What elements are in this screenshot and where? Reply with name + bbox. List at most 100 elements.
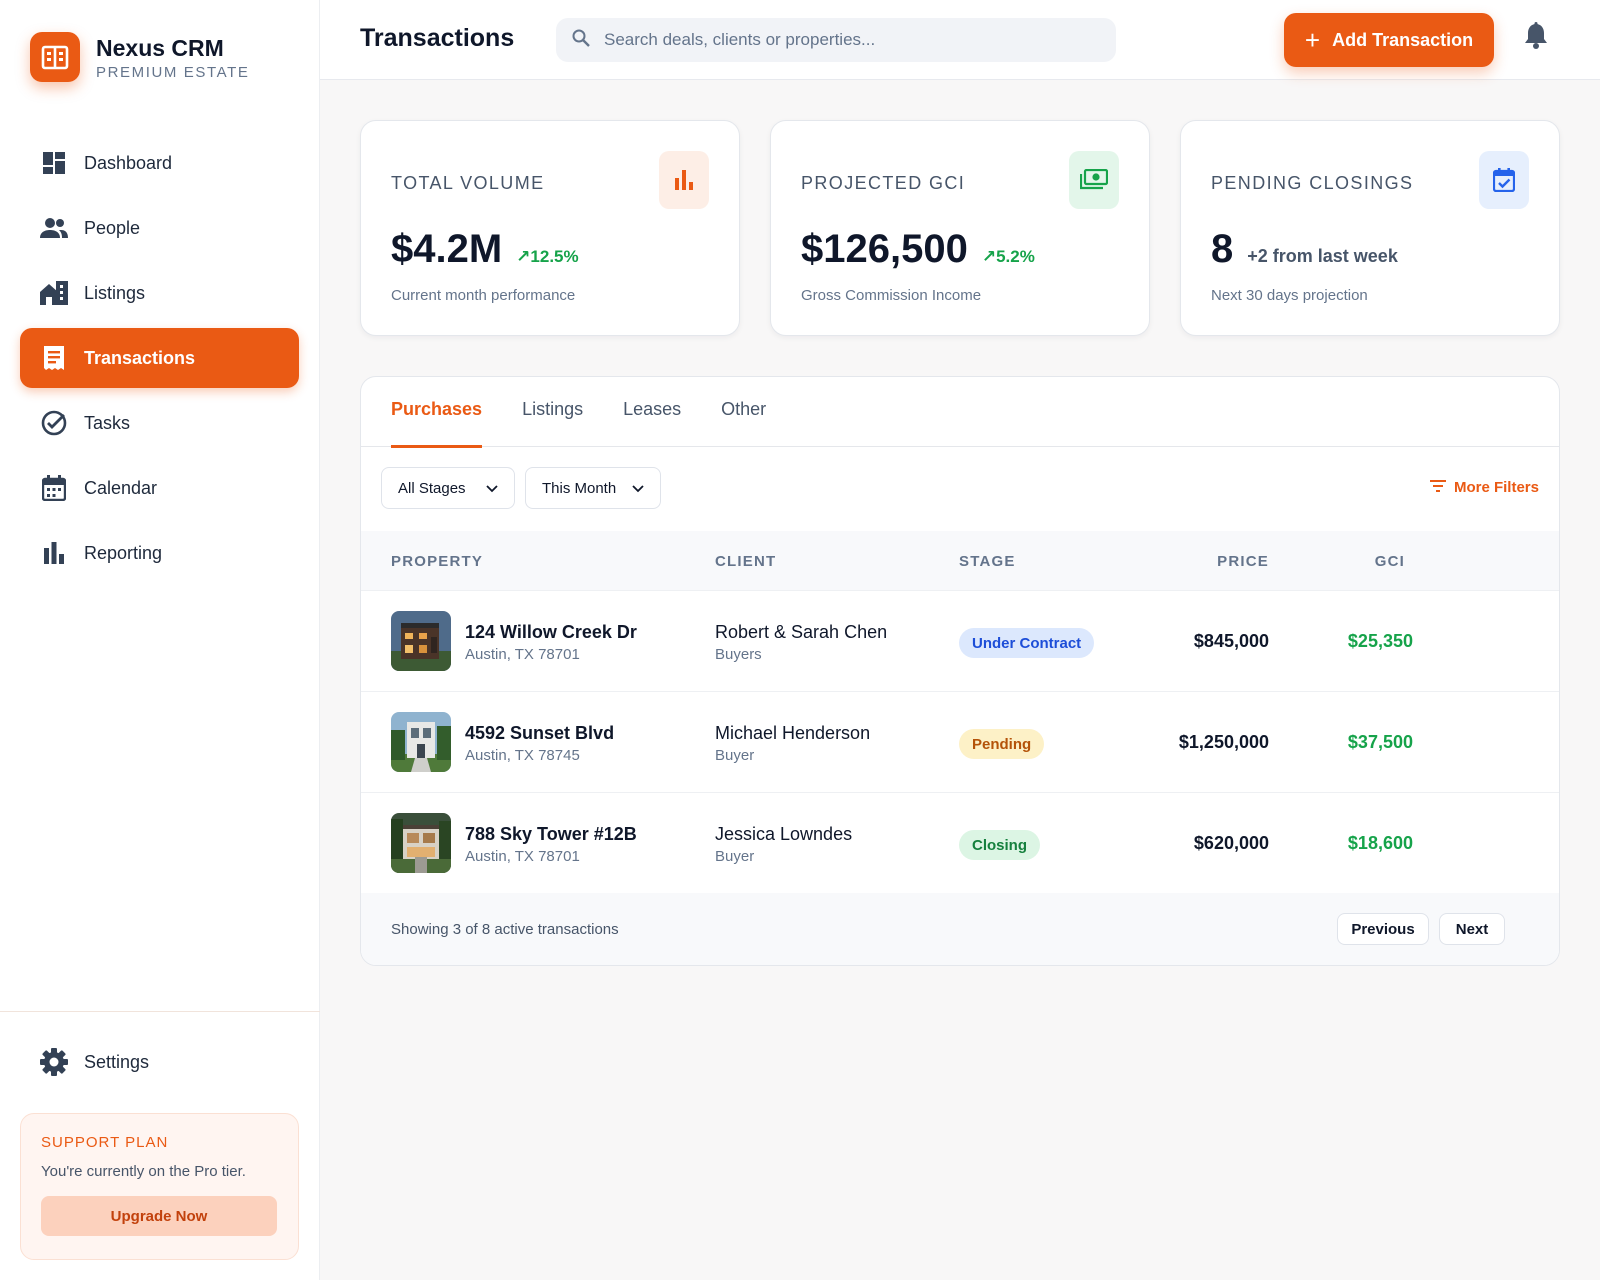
stat-delta: ↗5.2% <box>982 247 1035 267</box>
sidebar-item-tasks[interactable]: Tasks <box>20 393 299 453</box>
stage-filter-dropdown[interactable]: All Stages <box>381 467 515 509</box>
support-plan-title: SUPPORT PLAN <box>41 1134 169 1151</box>
stage-filter-value: All Stages <box>398 479 466 497</box>
tab-other[interactable]: Other <box>721 377 766 447</box>
stat-delta: +2 from last week <box>1247 246 1398 266</box>
property-name[interactable]: 788 Sky Tower #12B <box>465 824 637 845</box>
property-name[interactable]: 4592 Sunset Blvd <box>465 723 614 744</box>
top-header: Transactions + Add Transaction <box>320 0 1600 80</box>
table-row[interactable]: 788 Sky Tower #12B Austin, TX 78701 Jess… <box>361 793 1559 894</box>
column-header-property[interactable]: PROPERTY <box>391 553 483 570</box>
sidebar-divider <box>0 1011 320 1012</box>
stat-value: $126,500 <box>801 227 968 271</box>
client-role: Buyers <box>715 646 762 663</box>
bar-chart-icon <box>659 151 709 209</box>
property-name[interactable]: 124 Willow Creek Dr <box>465 622 637 643</box>
column-header-price[interactable]: PRICE <box>1217 553 1269 570</box>
upgrade-now-button[interactable]: Upgrade Now <box>41 1196 277 1236</box>
support-plan-card: SUPPORT PLAN You're currently on the Pro… <box>20 1113 299 1260</box>
price-value: $620,000 <box>1193 833 1269 853</box>
stat-card-projected-gci: PROJECTED GCI $126,500 ↗5.2% Gross Commi… <box>770 120 1150 336</box>
client-role: Buyer <box>715 747 755 764</box>
chevron-down-icon <box>632 480 644 497</box>
tab-listings[interactable]: Listings <box>522 377 583 447</box>
transaction-tabs: Purchases Listings Leases Other <box>361 377 1559 448</box>
settings-label: Settings <box>84 1051 150 1072</box>
pagination-summary: Showing 3 of 8 active transactions <box>391 921 619 938</box>
stat-delta-value: 12.5% <box>530 247 579 266</box>
stat-subtitle: Next 30 days projection <box>1211 287 1368 304</box>
status-badge: Under Contract <box>959 628 1095 658</box>
table-footer: Showing 3 of 8 active transactions Previ… <box>361 893 1559 965</box>
more-filters-button[interactable]: More Filters <box>1429 479 1539 496</box>
building-logo-icon <box>30 32 80 82</box>
column-header-stage[interactable]: STAGE <box>959 553 1016 570</box>
period-filter-dropdown[interactable]: This Month <box>525 467 661 509</box>
reporting-icon <box>40 539 68 567</box>
sidebar-item-reporting[interactable]: Reporting <box>20 523 299 583</box>
sidebar-item-label: Transactions <box>84 347 196 368</box>
calendar-icon <box>40 474 68 502</box>
transactions-panel: Purchases Listings Leases Other All Stag… <box>360 376 1560 966</box>
listings-icon <box>40 279 68 307</box>
sidebar-item-label: Listings <box>84 282 146 303</box>
sidebar-item-calendar[interactable]: Calendar <box>20 458 299 518</box>
tab-leases[interactable]: Leases <box>623 377 681 447</box>
money-icon <box>1069 151 1119 209</box>
column-header-client[interactable]: CLIENT <box>715 553 776 570</box>
sidebar-item-transactions[interactable]: Transactions <box>20 328 299 388</box>
status-badge: Closing <box>959 830 1040 860</box>
price-value: $845,000 <box>1193 631 1269 651</box>
calendar-check-icon <box>1479 151 1529 209</box>
client-name: Jessica Lowndes <box>715 824 853 844</box>
client-role: Buyer <box>715 848 755 865</box>
trending-up-icon: ↗ <box>516 247 531 266</box>
sidebar-nav: Dashboard People Listings Transactions T… <box>20 133 299 588</box>
property-thumbnail <box>391 712 451 772</box>
property-address: Austin, TX 78745 <box>465 747 580 764</box>
sidebar-item-label: Reporting <box>84 542 163 563</box>
stat-value-row: $126,500 ↗5.2% <box>801 227 1035 272</box>
sidebar-item-people[interactable]: People <box>20 198 299 258</box>
search-icon <box>572 29 590 52</box>
gci-value: $18,600 <box>1347 833 1413 853</box>
tab-purchases[interactable]: Purchases <box>391 377 483 448</box>
add-transaction-label: Add Transaction <box>1332 29 1474 50</box>
more-filters-label: More Filters <box>1453 479 1539 496</box>
stat-value: $4.2M <box>391 227 503 271</box>
sidebar-item-label: Tasks <box>84 412 131 433</box>
previous-page-button[interactable]: Previous <box>1337 913 1429 945</box>
stat-label: PENDING CLOSINGS <box>1211 173 1414 193</box>
sidebar-item-label: Calendar <box>84 477 158 498</box>
add-transaction-button[interactable]: + Add Transaction <box>1284 13 1494 67</box>
table-row[interactable]: 4592 Sunset Blvd Austin, TX 78745 Michae… <box>361 692 1559 793</box>
sidebar-item-listings[interactable]: Listings <box>20 263 299 323</box>
dashboard-icon <box>40 149 68 177</box>
column-header-gci[interactable]: GCI <box>1375 553 1405 570</box>
client-name: Michael Henderson <box>715 723 871 743</box>
gear-icon <box>40 1048 68 1076</box>
stat-card-total-volume: TOTAL VOLUME $4.2M ↗12.5% Current month … <box>360 120 740 336</box>
gci-value: $37,500 <box>1347 732 1413 752</box>
brand[interactable]: Nexus CRM PREMIUM ESTATE <box>30 32 250 82</box>
stat-value-row: $4.2M ↗12.5% <box>391 227 579 272</box>
sidebar-item-settings[interactable]: Settings <box>20 1032 299 1097</box>
next-page-button[interactable]: Next <box>1439 913 1505 945</box>
filter-icon <box>1429 479 1446 496</box>
search-bar[interactable] <box>556 18 1116 62</box>
table-row[interactable]: 124 Willow Creek Dr Austin, TX 78701 Rob… <box>361 591 1559 692</box>
brand-name: Nexus CRM <box>96 34 224 61</box>
stat-value: 8 <box>1211 227 1234 271</box>
search-input[interactable] <box>604 30 1084 50</box>
price-value: $1,250,000 <box>1178 732 1269 752</box>
stat-subtitle: Current month performance <box>391 287 576 304</box>
property-thumbnail <box>391 611 451 671</box>
trending-up-icon: ↗ <box>981 247 997 266</box>
sidebar-item-label: Dashboard <box>84 152 173 173</box>
sidebar: Nexus CRM PREMIUM ESTATE Dashboard Peopl… <box>0 0 320 1280</box>
sidebar-item-dashboard[interactable]: Dashboard <box>20 133 299 193</box>
bell-icon[interactable] <box>1524 22 1552 50</box>
page-title: Transactions <box>360 24 515 52</box>
settings-row[interactable]: Settings <box>20 1032 299 1092</box>
stat-card-pending-closings: PENDING CLOSINGS 8 +2 from last week Nex… <box>1180 120 1560 336</box>
